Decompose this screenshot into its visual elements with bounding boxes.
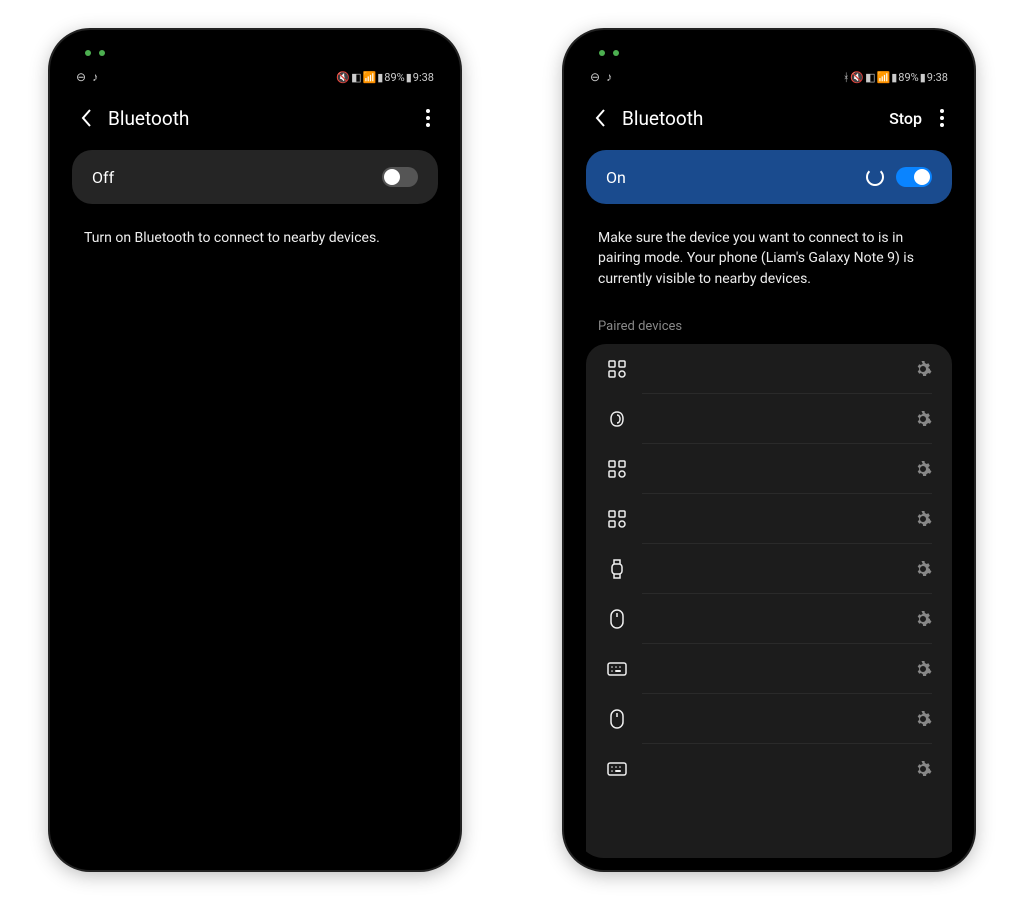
mouse-icon [606,709,628,729]
device-row[interactable] [586,744,952,794]
status-bar: ⊖ ♪ ᚼ 🔇 ◧ 📶 ▮ 89% ▮ 9:38 [576,62,962,92]
device-settings-button[interactable] [914,560,932,578]
help-text: Make sure the device you want to connect… [576,210,962,307]
device-row[interactable] [586,344,952,394]
bluetooth-switch[interactable] [382,167,418,187]
device-row[interactable] [586,494,952,544]
clock: 9:38 [413,71,434,84]
grid-icon [606,510,628,528]
wifi-icon: 📶 [363,71,377,84]
mute-icon: 🔇 [850,71,864,84]
clock: 9:38 [927,71,948,84]
camera-dots [85,50,105,56]
device-row[interactable] [586,644,952,694]
music-icon: ♪ [606,70,612,84]
device-settings-button[interactable] [914,510,932,528]
toggle-label: Off [92,168,382,187]
bluetooth-toggle-card[interactable]: Off [72,150,438,204]
mute-icon: 🔇 [336,71,350,84]
device-settings-button[interactable] [914,410,932,428]
battery-percent: 89% [898,71,918,84]
cast-icon: ◧ [865,71,875,84]
more-button[interactable] [426,109,430,127]
device-settings-button[interactable] [914,760,932,778]
device-row[interactable] [586,594,952,644]
grid-icon [606,360,628,378]
scanning-spinner-icon [866,168,884,186]
help-text: Turn on Bluetooth to connect to nearby d… [62,210,448,266]
signal-icon: ▮ [891,71,897,84]
battery-icon: ▮ [406,71,412,84]
status-bar: ⊖ ♪ 🔇 ◧ 📶 ▮ 89% ▮ 9:38 [62,62,448,92]
earbud-icon [606,410,628,428]
bluetooth-switch[interactable] [896,167,932,187]
bluetooth-icon: ᚼ [843,71,850,84]
more-button[interactable] [940,109,944,127]
mouse-icon [606,609,628,629]
keyboard-icon [606,662,628,676]
screen-right: ⊖ ♪ ᚼ 🔇 ◧ 📶 ▮ 89% ▮ 9:38 Bluetooth Stop [576,42,962,858]
paired-device-list [586,344,952,858]
phone-frame-right: ⊖ ♪ ᚼ 🔇 ◧ 📶 ▮ 89% ▮ 9:38 Bluetooth Stop [564,30,974,870]
device-settings-button[interactable] [914,660,932,678]
screen-left: ⊖ ♪ 🔇 ◧ 📶 ▮ 89% ▮ 9:38 Bluetooth Of [62,42,448,858]
device-settings-button[interactable] [914,460,932,478]
back-button[interactable] [80,108,92,128]
device-row[interactable] [586,544,952,594]
dnd-icon: ⊖ [76,70,86,84]
toggle-label: On [606,168,866,187]
battery-icon: ▮ [920,71,926,84]
phone-frame-left: ⊖ ♪ 🔇 ◧ 📶 ▮ 89% ▮ 9:38 Bluetooth Of [50,30,460,870]
bluetooth-toggle-card[interactable]: On [586,150,952,204]
music-icon: ♪ [92,70,98,84]
device-row[interactable] [586,444,952,494]
page-title: Bluetooth [622,107,889,130]
paired-devices-header: Paired devices [576,307,962,344]
app-bar: Bluetooth [62,92,448,144]
device-settings-button[interactable] [914,610,932,628]
app-bar: Bluetooth Stop [576,92,962,144]
signal-icon: ▮ [377,71,383,84]
dnd-icon: ⊖ [590,70,600,84]
device-settings-button[interactable] [914,710,932,728]
back-button[interactable] [594,108,606,128]
page-title: Bluetooth [108,107,426,130]
cast-icon: ◧ [351,71,361,84]
device-settings-button[interactable] [914,360,932,378]
stop-button[interactable]: Stop [889,109,922,128]
battery-percent: 89% [384,71,404,84]
keyboard-icon [606,762,628,776]
wifi-icon: 📶 [877,71,891,84]
device-row[interactable] [586,694,952,744]
grid-icon [606,460,628,478]
device-row[interactable] [586,394,952,444]
camera-dots [599,50,619,56]
watch-icon [606,559,628,579]
